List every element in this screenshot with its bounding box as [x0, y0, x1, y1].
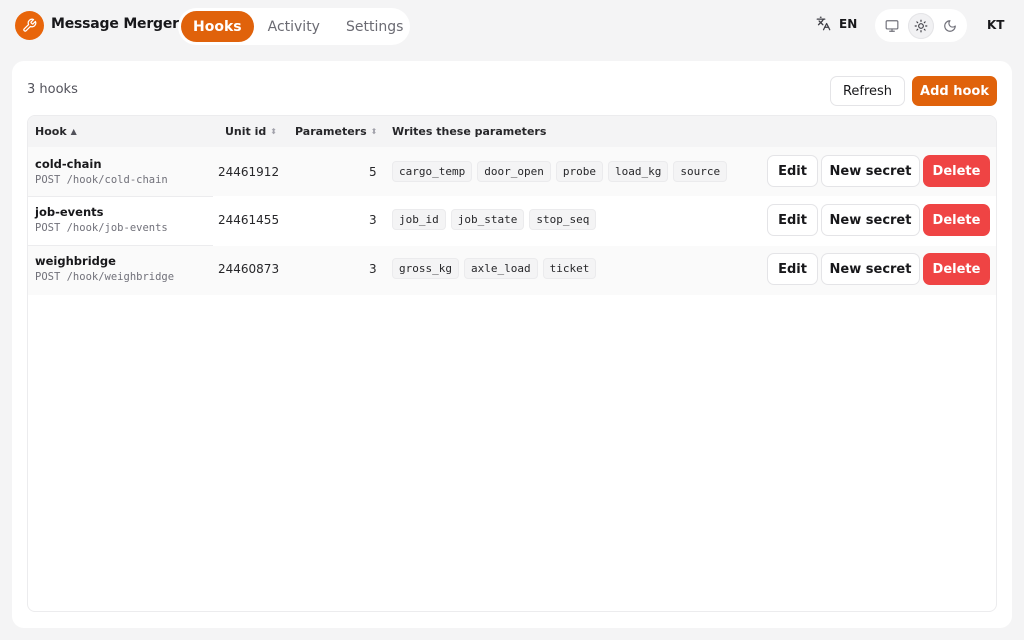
sort-icon: ⬍ [270, 127, 277, 136]
refresh-button[interactable]: Refresh [830, 76, 905, 106]
hook-route: POST /hook/job-events [35, 222, 168, 234]
app-title: Message Merger [51, 16, 179, 32]
sort-asc-icon: ▲ [70, 127, 77, 136]
param-chips: cargo_temp door_open probe load_kg sourc… [392, 161, 732, 182]
top-bar: Message Merger Hooks Activity Settings E… [0, 0, 1024, 52]
add-hook-button[interactable]: Add hook [912, 76, 997, 106]
table-header: Hook ▲ Unit id ⬍ Parameters ⬍ Writes the… [28, 116, 996, 147]
edit-button[interactable]: Edit [767, 204, 818, 236]
language-switcher[interactable]: EN [816, 16, 857, 31]
table-row: cold-chain POST /hook/cold-chain 2446191… [28, 147, 996, 196]
new-secret-button[interactable]: New secret [821, 253, 920, 285]
monitor-icon[interactable] [879, 13, 905, 39]
delete-button[interactable]: Delete [923, 155, 990, 187]
param-chip: cargo_temp [392, 161, 473, 182]
column-unit-id-label: Unit id [225, 125, 267, 138]
column-unit-id[interactable]: Unit id ⬍ [225, 125, 277, 138]
param-chip: probe [555, 161, 603, 182]
translate-icon [816, 16, 831, 31]
param-chip: door_open [477, 161, 551, 182]
hooks-panel: 3 hooks Refresh Add hook Hook ▲ Unit id … [12, 61, 1012, 628]
param-chip: axle_load [463, 258, 538, 279]
param-chip: load_kg [607, 161, 669, 182]
hook-name: job-events [35, 205, 104, 219]
param-count: 5 [369, 165, 377, 179]
column-parameters[interactable]: Parameters ⬍ [295, 125, 377, 138]
edit-button[interactable]: Edit [767, 253, 818, 285]
delete-button[interactable]: Delete [923, 253, 990, 285]
param-count: 3 [369, 262, 377, 276]
hook-name: cold-chain [35, 157, 102, 171]
param-chip: gross_kg [392, 258, 459, 279]
main-nav: Hooks Activity Settings [178, 8, 410, 45]
table-row: job-events POST /hook/job-events 2446145… [28, 197, 996, 246]
param-chip: stop_seq [529, 209, 597, 230]
language-label: EN [839, 16, 858, 31]
param-chip: job_state [450, 209, 525, 230]
wrench-icon[interactable] [15, 11, 44, 40]
param-chips: gross_kg axle_load ticket [392, 258, 601, 279]
column-writes-label: Writes these parameters [392, 125, 547, 138]
new-secret-button[interactable]: New secret [821, 155, 920, 187]
tab-hooks[interactable]: Hooks [181, 11, 254, 42]
column-parameters-label: Parameters [295, 125, 367, 138]
edit-button[interactable]: Edit [767, 155, 818, 187]
column-hook-label: Hook [35, 125, 67, 138]
user-initials[interactable]: KT [987, 18, 1004, 32]
param-chip: job_id [392, 209, 446, 230]
hook-name: weighbridge [35, 254, 116, 268]
column-writes: Writes these parameters [392, 125, 546, 138]
hook-route: POST /hook/cold-chain [35, 174, 168, 186]
param-count: 3 [369, 213, 377, 227]
delete-button[interactable]: Delete [923, 204, 990, 236]
tab-settings[interactable]: Settings [334, 11, 415, 42]
hook-route: POST /hook/weighbridge [35, 271, 175, 283]
moon-icon[interactable] [937, 13, 963, 39]
table-row: weighbridge POST /hook/weighbridge 24460… [28, 246, 996, 295]
theme-switcher [875, 9, 967, 42]
column-hook[interactable]: Hook ▲ [35, 125, 77, 138]
unit-id: 24461455 [218, 213, 280, 227]
unit-id: 24460873 [218, 262, 280, 276]
param-chip: source [673, 161, 728, 182]
unit-id: 24461912 [218, 165, 280, 179]
hooks-table: Hook ▲ Unit id ⬍ Parameters ⬍ Writes the… [27, 115, 997, 612]
param-chips: job_id job_state stop_seq [392, 209, 601, 230]
hooks-count: 3 hooks [27, 82, 78, 97]
tab-activity[interactable]: Activity [256, 11, 332, 42]
sort-icon: ⬍ [370, 127, 378, 136]
sun-icon[interactable] [908, 12, 934, 39]
new-secret-button[interactable]: New secret [821, 204, 920, 236]
param-chip: ticket [542, 258, 597, 279]
